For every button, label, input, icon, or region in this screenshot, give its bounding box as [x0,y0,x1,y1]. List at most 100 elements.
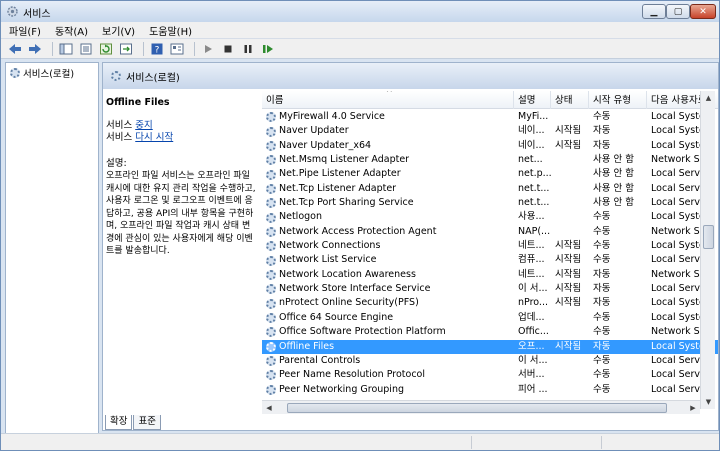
pause-icon[interactable] [240,42,256,56]
service-gear-icon [266,241,276,252]
service-startup-cell: 수동 [593,354,611,366]
scroll-right-icon[interactable]: ▶ [686,401,700,415]
tab-standard[interactable]: 표준 [133,415,161,430]
properties-icon[interactable] [78,42,94,56]
status-segment [471,436,472,449]
vertical-scrollbar[interactable]: ▲ ▼ [700,91,715,409]
service-status-cell [555,182,593,196]
service-status-cell [555,167,593,181]
service-row[interactable]: Peer Name Resolution Protocol 서버... 수동 Loca… [262,368,718,382]
stop-service-link[interactable]: 중지 [135,120,152,131]
service-row[interactable]: Parental Controls 이 서... 수동 Local Service [262,354,718,368]
column-status[interactable]: 상태 [551,91,589,109]
service-name: Peer Networking Grouping [279,383,404,395]
service-row[interactable]: Net.Tcp Port Sharing Service net.t... 사용 안… [262,196,718,210]
service-row[interactable]: Netlogon 사용... 수동 Local System [262,210,718,224]
menu-action[interactable]: 동작(A) [55,23,88,38]
service-gear-icon [266,298,276,309]
refresh-icon[interactable] [98,42,114,56]
service-row[interactable]: Naver Updater 네이... 시작됨 자동 Local System [262,124,718,138]
service-row[interactable]: Net.Msmq Listener Adapter net... 사용 안 함 Net… [262,153,718,167]
service-description-cell: 네트... [518,240,545,252]
service-startup-cell: 수동 [593,225,611,237]
view-icon[interactable] [169,42,185,56]
sort-ascending-icon: ^ [386,91,393,97]
service-rows: MyFirewall 4.0 Service MyFi... 수동 Local Sys… [262,110,718,397]
tab-extended[interactable]: 확장 [105,415,133,430]
service-row[interactable]: Network Store Interface Service 이 서... 시작됨… [262,282,718,296]
horizontal-scrollbar[interactable]: ◀ ▶ [262,400,700,414]
services-gear-icon [111,71,121,81]
service-row[interactable]: Net.Pipe Listener Adapter net.p... 사용 안 함L… [262,167,718,181]
window-title: 서비스 [23,9,51,20]
service-row[interactable]: Network List Service 컴퓨... 시작됨 수동 Local Serv… [262,253,718,267]
menu-bar: 파일(F) 동작(A) 보기(V) 도움말(H) [1,22,719,39]
back-arrow-icon[interactable] [7,42,23,56]
service-gear-icon [266,312,276,323]
service-row[interactable]: Network Location Awareness 네트... 시작됨 자동 Netw… [262,268,718,282]
tree-item-services-local[interactable]: 서비스(로컬) [10,66,74,80]
menu-view[interactable]: 보기(V) [102,23,135,38]
stop-icon[interactable] [220,42,236,56]
menu-help[interactable]: 도움말(H) [149,23,192,38]
service-name: Offline Files [279,340,335,352]
service-row[interactable]: Office 64 Source Engine 업데... 수동 Local Syst… [262,311,718,325]
restart-service-link[interactable]: 다시 시작 [135,132,173,143]
description-label: 설명: [106,158,127,169]
toolbar-separator [194,41,195,56]
service-name: Network List Service [279,254,377,266]
service-name: MyFirewall 4.0 Service [279,111,385,122]
scroll-left-icon[interactable]: ◀ [262,401,276,415]
service-row[interactable]: Peer Networking Grouping 피어 ... 수동 Local Se… [262,383,718,397]
menu-file[interactable]: 파일(F) [9,23,41,38]
export-icon[interactable] [118,42,134,56]
view-tabs: 확장 표준 [105,415,162,431]
column-description[interactable]: 설명 [514,91,551,109]
scroll-up-icon[interactable]: ▲ [701,91,716,105]
service-name: Naver Updater_x64 [279,139,372,151]
service-status-cell [555,225,593,239]
service-row[interactable]: Net.Tcp Listener Adapter net.t... 사용 안 함 Lo… [262,182,718,196]
service-description-cell: nPro... [518,297,548,309]
service-startup-cell: 수동 [593,211,611,223]
toolbar-separator [52,41,53,56]
service-row[interactable]: Naver Updater_x64 네이... 시작됨 자동 Local System [262,139,718,153]
service-row[interactable]: Network Connections 네트... 시작됨 수동 Local Syste… [262,239,718,253]
service-description-cell: 네이... [518,139,545,151]
extended-description: Offline Files 서비스 중지 서비스 다시 시작 설명: 오프라인 … [106,95,258,425]
service-name-cell: Network List Service [266,253,514,267]
service-startup-cell: 수동 [593,326,611,338]
service-startup-cell: 자동 [593,125,611,137]
horizontal-scroll-thumb[interactable] [287,403,667,413]
forward-arrow-icon[interactable] [27,42,43,56]
column-status-label: 상태 [555,95,573,106]
service-name-cell: Netlogon [266,210,514,224]
title-bar[interactable]: 서비스 ▁ ▢ ✕ [1,1,719,22]
service-row[interactable]: Network Access Protection Agent NAP(... 수동… [262,225,718,239]
service-row[interactable]: nProtect Online Security(PFS) nPro... 시작됨 자… [262,296,718,310]
scroll-down-icon[interactable]: ▼ [701,395,716,409]
tree-item-label: 서비스(로컬) [23,69,75,80]
play-icon[interactable] [200,42,216,56]
vertical-scroll-thumb[interactable] [703,225,714,249]
close-button[interactable]: ✕ [690,4,716,19]
service-name-cell: Net.Tcp Listener Adapter [266,182,514,196]
column-startup-type[interactable]: 시작 유형 [589,91,647,109]
stop-prefix: 서비스 [106,120,136,131]
column-name-label: 이름 [266,95,284,106]
restart-icon[interactable] [260,42,276,56]
service-row[interactable]: MyFirewall 4.0 Service MyFi... 수동 Local Sys… [262,110,718,124]
pane-header-title: 서비스(로컬) [126,72,180,84]
service-name-cell: Network Store Interface Service [266,282,514,296]
maximize-button[interactable]: ▢ [666,4,690,19]
service-name-cell: Offline Files [266,340,514,354]
console-tree-icon[interactable] [58,42,74,56]
help-icon[interactable]: ? [149,42,165,56]
service-row[interactable]: Office Software Protection Platform Offic… [262,325,718,339]
minimize-button[interactable]: ▁ [642,4,666,19]
service-startup-cell: 사용 안 함 [593,182,634,194]
service-status-cell: 시작됨 [555,125,582,137]
service-row[interactable]: Offline Files 오프... 시작됨 자동 Local System [262,339,718,354]
service-description-cell: 오프... [518,340,545,352]
service-description-cell: 서버... [518,369,545,381]
